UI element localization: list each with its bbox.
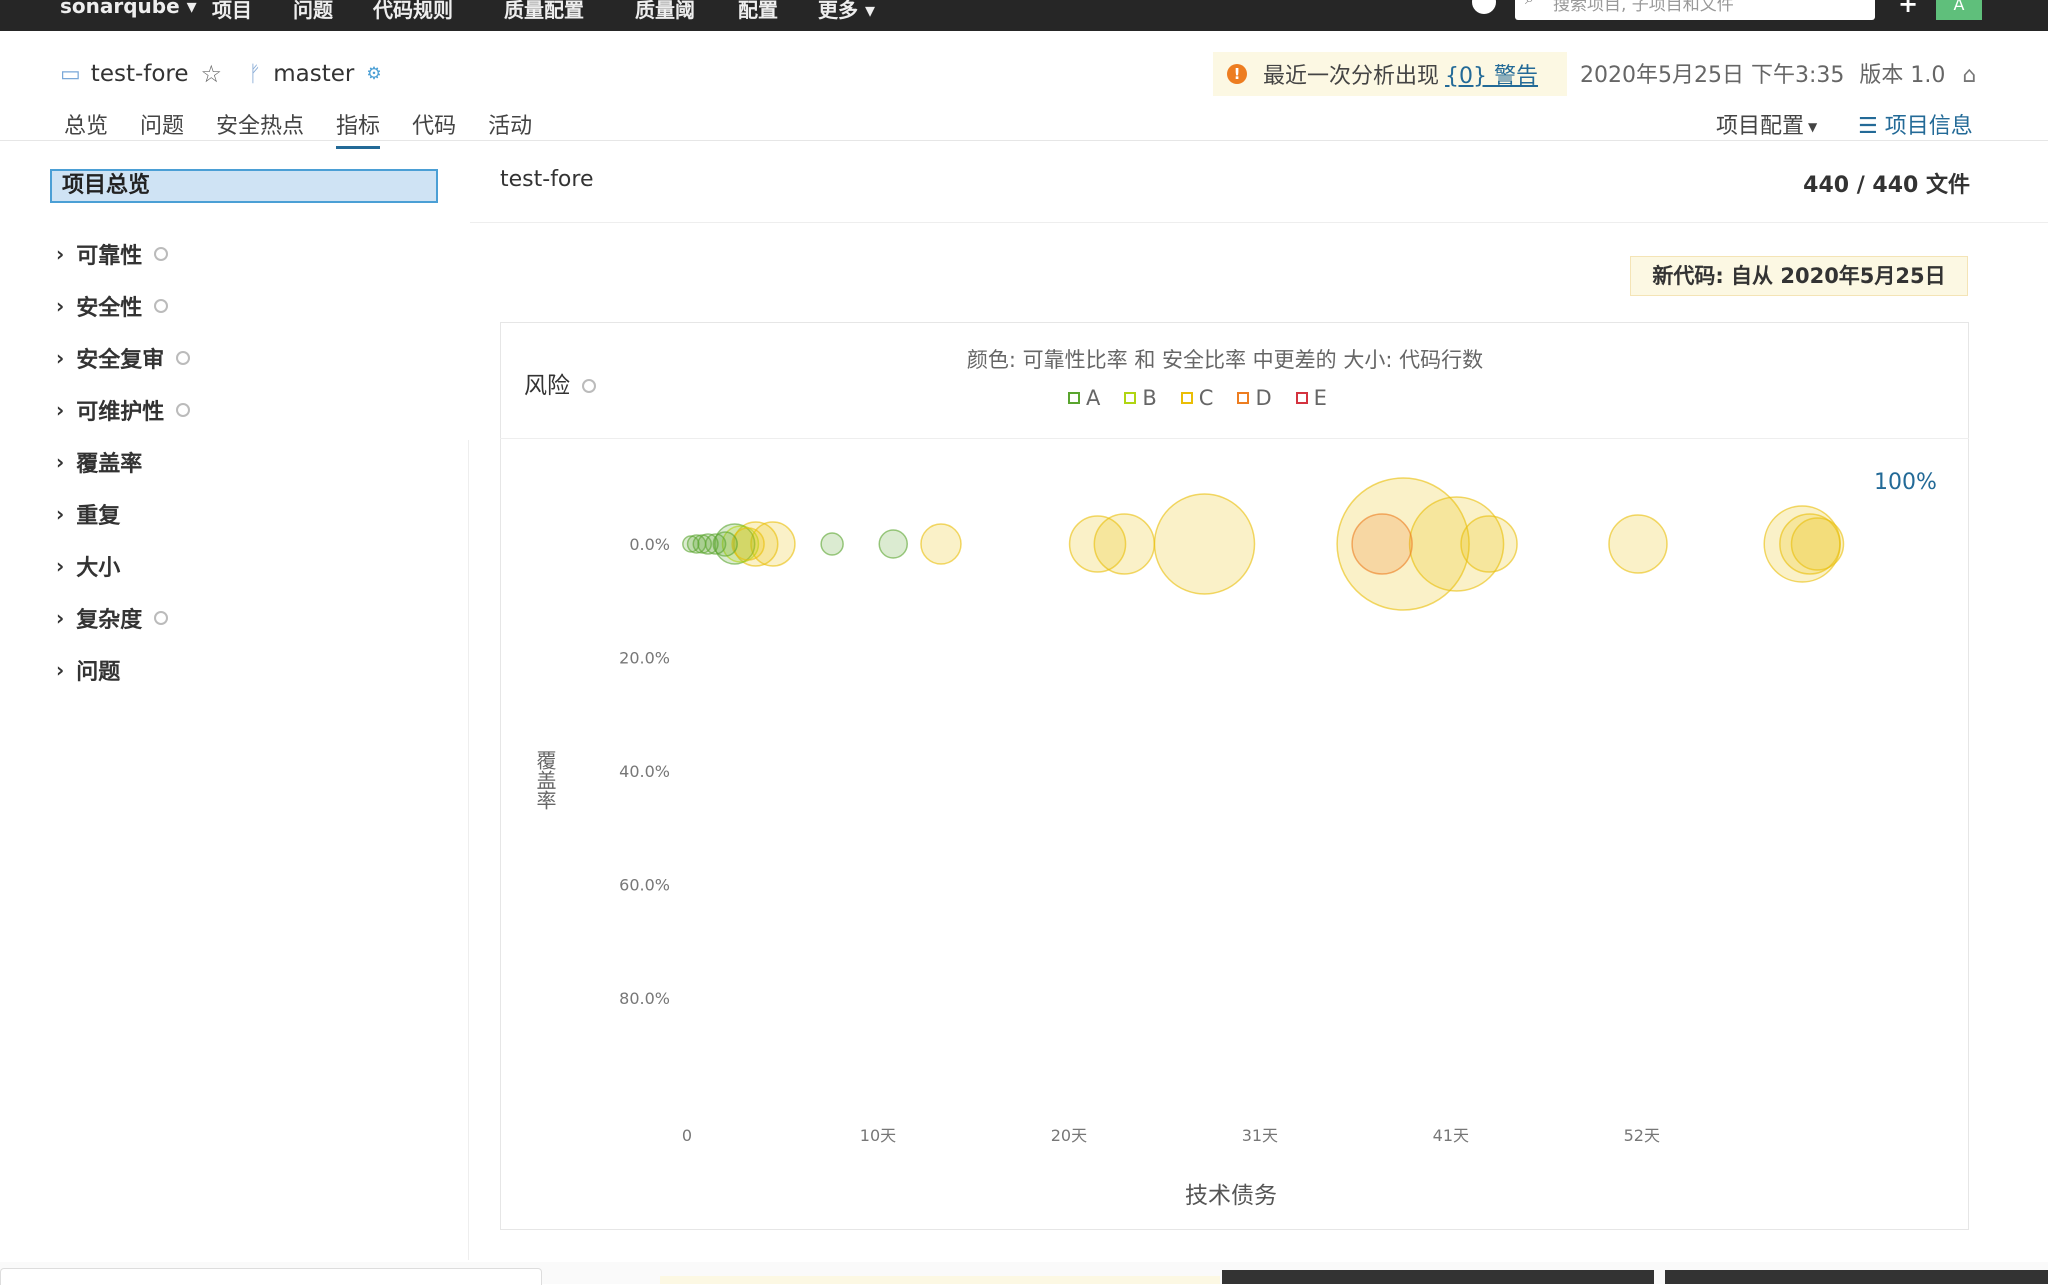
- bubble-point[interactable]: [878, 529, 908, 559]
- bubble-point[interactable]: [820, 532, 844, 556]
- y-tick-label: 80.0%: [619, 989, 670, 1008]
- y-tick-label: 20.0%: [619, 649, 670, 668]
- bubble-point[interactable]: [1608, 514, 1668, 574]
- x-tick-label: 52天: [1624, 1126, 1660, 1145]
- x-tick-label: 0: [682, 1126, 692, 1145]
- bubble-point[interactable]: [682, 535, 700, 553]
- bubble-point[interactable]: [1153, 493, 1256, 595]
- bottom-panel: [1222, 1270, 1654, 1284]
- bottom-panel: [0, 1268, 542, 1285]
- x-tick-label: 20天: [1051, 1126, 1087, 1145]
- x-tick-label: 41天: [1433, 1126, 1469, 1145]
- x-tick-label: 10天: [860, 1126, 896, 1145]
- bubble-point[interactable]: [1068, 515, 1127, 573]
- y-axis-label: 覆盖率: [533, 750, 557, 810]
- bubble-point[interactable]: [1790, 517, 1845, 571]
- plot-layer: 0.0% 20.0% 40.0% 60.0% 80.0% 0 10天 20天 31天 41天 52天: [619, 477, 1845, 1145]
- y-tick-label: 40.0%: [619, 762, 670, 781]
- y-tick-label: 60.0%: [619, 876, 670, 895]
- bubble-point[interactable]: [920, 523, 962, 565]
- bubble-chart-svg: 0.0% 20.0% 40.0% 60.0% 80.0% 0 10天 20天 31天 41天 52天: [619, 477, 1845, 1145]
- x-axis-label: 技术债务: [1185, 1183, 1277, 1209]
- y-tick-label: 0.0%: [629, 535, 670, 554]
- bubble-point[interactable]: [1351, 513, 1413, 575]
- bottom-panel: [1665, 1270, 2048, 1284]
- x-tick-label: 31天: [1242, 1126, 1278, 1145]
- bottom-panel: [660, 1276, 1220, 1284]
- bubble-point[interactable]: [1460, 515, 1518, 573]
